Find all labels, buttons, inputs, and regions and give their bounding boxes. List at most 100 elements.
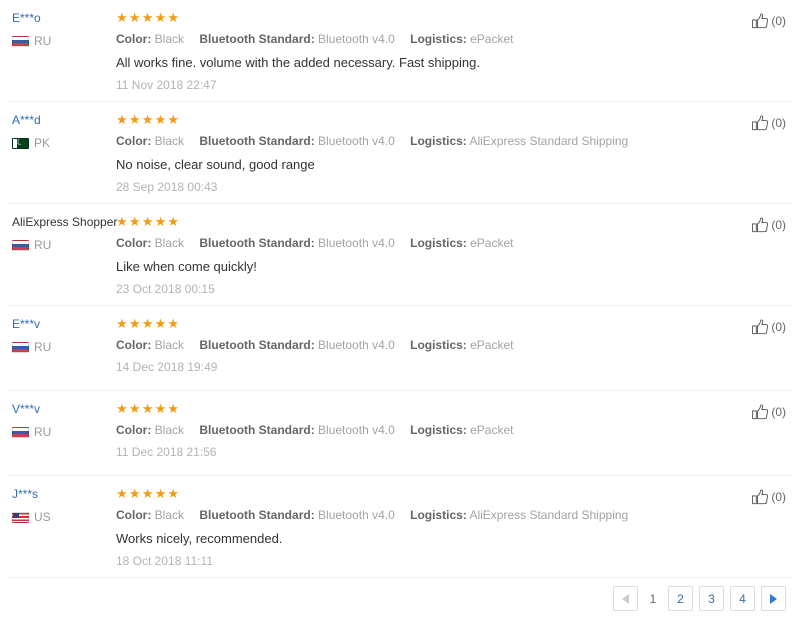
review-attributes: Color: Black Bluetooth Standard: Bluetoo… [116, 507, 792, 524]
review-body: ★★★★★ Color: Black Bluetooth Standard: B… [116, 10, 792, 93]
helpful-button[interactable]: (0) [752, 217, 786, 233]
review-row: V***v RU ★★★★★ Color: Black Bluetooth St… [8, 391, 792, 476]
review-comment: All works fine. volume with the added ne… [116, 55, 480, 70]
country-code-label: US [34, 510, 51, 524]
review-date: 18 Oct 2018 11:11 [116, 554, 213, 568]
helpful-count: (0) [771, 320, 786, 334]
attribute-logistics-label: Logistics: [410, 508, 467, 522]
pagination-current-page: 1 [649, 591, 657, 606]
thumbs-up-icon [752, 115, 769, 131]
review-row: E***v RU ★★★★★ Color: Black Bluetooth St… [8, 306, 792, 391]
attribute-bluetooth-value: Bluetooth v4.0 [318, 32, 395, 46]
pagination-page-4[interactable]: 4 [730, 586, 755, 611]
product-reviews-page: E***o RU ★★★★★ Color: Black Bluetooth St… [0, 0, 800, 625]
review-attributes: Color: Black Bluetooth Standard: Bluetoo… [116, 422, 792, 439]
attribute-color: Color: Black [116, 423, 187, 437]
attribute-bluetooth-value: Bluetooth v4.0 [318, 134, 395, 148]
attribute-logistics: Logistics: ePacket [410, 32, 513, 46]
attribute-logistics-value: AliExpress Standard Shipping [469, 508, 629, 522]
reviewer-country: PK [12, 136, 116, 150]
country-code-label: RU [34, 238, 52, 252]
attribute-logistics-value: ePacket [470, 338, 514, 352]
helpful-button[interactable]: (0) [752, 489, 786, 505]
attribute-bluetooth: Bluetooth Standard: Bluetooth v4.0 [199, 338, 398, 352]
helpful-count: (0) [771, 405, 786, 419]
reviewer-name[interactable]: E***v [12, 317, 116, 332]
attribute-color: Color: Black [116, 32, 187, 46]
reviewer-name[interactable]: V***v [12, 402, 116, 417]
attribute-bluetooth-label: Bluetooth Standard: [199, 134, 315, 148]
thumbs-up-icon [752, 319, 769, 335]
attribute-color-value: Black [154, 134, 185, 148]
review-user-block: J***s US [8, 486, 116, 524]
country-code-label: RU [34, 34, 52, 48]
attribute-color: Color: Black [116, 236, 187, 250]
helpful-count: (0) [771, 14, 786, 28]
country-flag-icon-ru [12, 239, 29, 251]
rating-stars: ★★★★★ [116, 112, 181, 127]
pagination-page-2[interactable]: 2 [668, 586, 693, 611]
attribute-color-label: Color: [116, 32, 152, 46]
attribute-logistics: Logistics: AliExpress Standard Shipping [410, 508, 628, 522]
country-code-label: PK [34, 136, 51, 150]
review-body: ★★★★★ Color: Black Bluetooth Standard: B… [116, 486, 792, 569]
attribute-logistics-label: Logistics: [410, 134, 467, 148]
rating-stars: ★★★★★ [116, 214, 181, 229]
helpful-count: (0) [771, 218, 786, 232]
review-body: ★★★★★ Color: Black Bluetooth Standard: B… [116, 316, 792, 375]
attribute-bluetooth-value: Bluetooth v4.0 [318, 236, 395, 250]
attribute-bluetooth-label: Bluetooth Standard: [199, 338, 315, 352]
attribute-bluetooth-value: Bluetooth v4.0 [318, 423, 395, 437]
review-row: AliExpress Shopper RU ★★★★★ Color: Black… [8, 204, 792, 306]
thumbs-up-icon [752, 489, 769, 505]
attribute-color-label: Color: [116, 423, 152, 437]
attribute-bluetooth: Bluetooth Standard: Bluetooth v4.0 [199, 508, 398, 522]
reviewer-name[interactable]: AliExpress Shopper [12, 215, 117, 230]
helpful-button[interactable]: (0) [752, 13, 786, 29]
thumbs-up-icon [752, 404, 769, 420]
review-list: E***o RU ★★★★★ Color: Black Bluetooth St… [0, 0, 800, 578]
reviewer-name[interactable]: A***d [12, 113, 116, 128]
helpful-button[interactable]: (0) [752, 115, 786, 131]
attribute-logistics-value: AliExpress Standard Shipping [469, 134, 629, 148]
review-attributes: Color: Black Bluetooth Standard: Bluetoo… [116, 235, 792, 252]
attribute-bluetooth: Bluetooth Standard: Bluetooth v4.0 [199, 423, 398, 437]
pagination-page-3[interactable]: 3 [699, 586, 724, 611]
pagination-prev-button[interactable] [613, 586, 638, 611]
reviewer-name[interactable]: E***o [12, 11, 116, 26]
reviewer-country: US [12, 510, 116, 524]
review-body: ★★★★★ Color: Black Bluetooth Standard: B… [116, 401, 792, 460]
review-attributes: Color: Black Bluetooth Standard: Bluetoo… [116, 337, 792, 354]
attribute-color-label: Color: [116, 508, 152, 522]
attribute-color-label: Color: [116, 134, 152, 148]
attribute-color-value: Black [154, 338, 185, 352]
attribute-color-label: Color: [116, 236, 152, 250]
attribute-logistics: Logistics: ePacket [410, 338, 513, 352]
attribute-bluetooth-label: Bluetooth Standard: [199, 508, 315, 522]
helpful-count: (0) [771, 490, 786, 504]
review-date: 11 Nov 2018 22:47 [116, 78, 217, 92]
review-user-block: E***v RU [8, 316, 116, 354]
review-user-block: AliExpress Shopper RU [8, 214, 117, 252]
reviewer-name[interactable]: J***s [12, 487, 116, 502]
rating-stars: ★★★★★ [116, 486, 181, 501]
pagination-next-button[interactable] [761, 586, 786, 611]
attribute-bluetooth-label: Bluetooth Standard: [199, 236, 315, 250]
attribute-logistics-label: Logistics: [410, 32, 467, 46]
helpful-button[interactable]: (0) [752, 404, 786, 420]
attribute-bluetooth-value: Bluetooth v4.0 [318, 338, 395, 352]
attribute-color-value: Black [154, 236, 185, 250]
attribute-logistics: Logistics: AliExpress Standard Shipping [410, 134, 628, 148]
helpful-button[interactable]: (0) [752, 319, 786, 335]
country-flag-icon-us [12, 511, 29, 523]
reviewer-country: RU [12, 34, 116, 48]
attribute-color-value: Black [154, 508, 185, 522]
country-code-label: RU [34, 340, 52, 354]
reviewer-country: RU [12, 238, 116, 252]
attribute-bluetooth-label: Bluetooth Standard: [199, 423, 315, 437]
country-code-label: RU [34, 425, 52, 439]
review-body: ★★★★★ Color: Black Bluetooth Standard: B… [116, 214, 792, 297]
review-comment: No noise, clear sound, good range [116, 157, 315, 172]
attribute-bluetooth: Bluetooth Standard: Bluetooth v4.0 [199, 236, 398, 250]
rating-stars: ★★★★★ [116, 316, 181, 331]
